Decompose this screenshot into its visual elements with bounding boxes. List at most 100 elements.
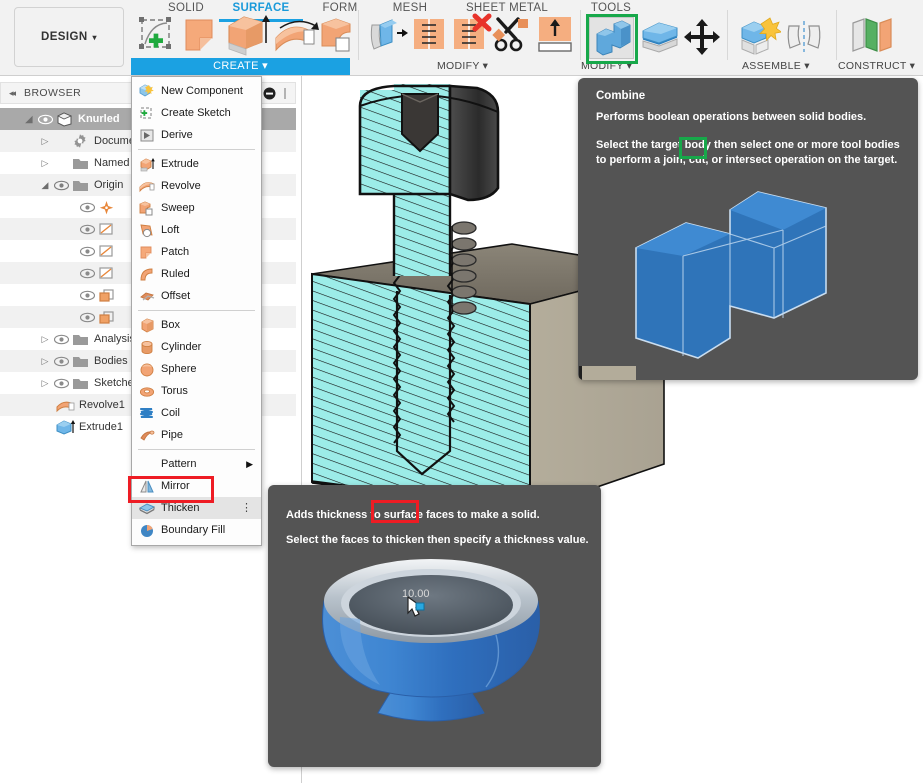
ribbon-divider-1 [358,10,359,60]
menu-item-create-sketch[interactable]: Create Sketch [132,102,261,124]
split-face-icon[interactable] [492,15,534,57]
visibility-eye-icon[interactable] [78,202,96,213]
plane-icon [96,244,116,258]
menu-item-new-component[interactable]: New Component [132,80,261,102]
overflow-menu-icon[interactable]: ⋮ [241,503,252,514]
menu-item-cylinder[interactable]: Cylinder [132,336,261,358]
unstitch-icon[interactable] [449,12,493,56]
create-dropdown-menu[interactable]: New Component Create Sketch Derive Extru… [131,76,262,546]
thicken-dimension-label: 10.00 [402,588,430,600]
fusion360-window: DESIGN ▾ SOLID SURFACE FORM MESH SHEET M… [0,0,923,783]
visibility-eye-icon[interactable] [78,246,96,257]
extend-icon[interactable] [409,15,449,55]
patch-icon[interactable] [182,16,224,58]
thicken-tooltip-line1: Adds thickness to surface faces to make … [286,509,540,521]
menu-item-coil[interactable]: Coil [132,402,261,424]
combine-preview-footer-swatch [582,366,636,380]
menu-item-boundary-fill[interactable]: Boundary Fill [132,519,261,541]
tree-item-label: Origin [94,179,124,191]
offset-plane-icon[interactable] [848,16,894,58]
folder-icon [70,377,90,390]
combine-tooltip-line3: to perform a join, cut, or intersect ope… [596,154,898,166]
combine-button[interactable] [589,17,634,59]
expand-arrow-icon[interactable]: ▷ [38,378,52,389]
visibility-eye-icon[interactable] [78,224,96,235]
modify-panel-label-2[interactable]: MODIFY ▾ [581,60,632,72]
ribbon-divider-3 [727,10,728,60]
tree-item-label: Analysis [94,333,135,345]
origin-point-icon [96,200,116,215]
combine-tooltip-line1: Performs boolean operations between soli… [596,111,867,123]
thicken-icon [137,501,157,516]
sweep-icon[interactable] [318,16,362,58]
construct-panel-label[interactable]: CONSTRUCT ▾ [838,60,915,72]
move-copy-icon[interactable] [682,17,724,59]
folder-icon [70,355,90,368]
menu-item-mirror[interactable]: Mirror [132,475,261,497]
expand-arrow-icon[interactable]: ◢ [38,180,52,191]
collapse-icon[interactable]: ◂◂ [9,88,16,99]
derive-icon [137,128,157,143]
offset-face-icon[interactable] [637,17,681,59]
new-component-icon[interactable] [737,16,781,58]
expand-arrow-icon[interactable]: ▷ [38,136,52,147]
mirror-icon[interactable] [784,16,826,58]
menu-item-pattern[interactable]: Pattern ▶ [132,453,261,475]
expand-arrow-icon[interactable]: ▷ [38,158,52,169]
component-icon [54,111,74,127]
menu-item-thicken[interactable]: Thicken ⋮ [132,497,261,519]
visibility-eye-icon[interactable] [78,312,96,323]
create-sketch-icon [137,106,157,121]
tree-item-label: Knurled [78,113,120,125]
menu-item-derive[interactable]: Derive [132,124,261,146]
create-panel-label[interactable]: CREATE ▾ [131,58,350,75]
visibility-eye-icon[interactable] [52,378,70,389]
tree-item-label: Bodies [94,355,128,367]
box-icon [137,318,157,333]
minimize-icon[interactable] [263,87,276,100]
menu-item-pipe[interactable]: Pipe [132,424,261,446]
extrude-icon [137,157,157,172]
ribbon-divider-4 [836,10,837,60]
gear-icon [70,133,90,149]
expand-arrow-icon[interactable]: ◢ [22,114,36,125]
plane-icon [96,222,116,236]
extrude-icon[interactable] [224,13,272,59]
revolve-icon[interactable] [272,16,320,58]
menu-item-revolve[interactable]: Revolve [132,175,261,197]
combine-tooltip: Combine Performs boolean operations betw… [578,78,918,380]
workspace-switcher-button[interactable]: DESIGN ▾ [14,7,124,67]
menu-item-loft[interactable]: Loft [132,219,261,241]
visibility-eye-icon[interactable] [52,356,70,367]
expand-arrow-icon[interactable]: ▷ [38,334,52,345]
menu-item-patch[interactable]: Patch [132,241,261,263]
torus-icon [137,384,157,399]
plane-icon [96,266,116,280]
assemble-panel-label[interactable]: ASSEMBLE ▾ [742,60,810,72]
modify-panel-label-1[interactable]: MODIFY ▾ [437,60,488,72]
sketch-icon [96,310,116,325]
new-component-icon [137,83,157,99]
visibility-eye-icon[interactable] [78,268,96,279]
stitch-icon[interactable] [534,13,576,57]
visibility-eye-icon[interactable] [52,180,70,191]
menu-item-ruled[interactable]: Ruled [132,263,261,285]
menu-item-offset[interactable]: Offset [132,285,261,307]
offset-icon [137,289,157,304]
visibility-eye-icon[interactable] [78,290,96,301]
expand-arrow-icon[interactable]: ▷ [38,356,52,367]
thicken-preview-image: 10.00 [322,559,540,722]
visibility-eye-icon[interactable] [36,114,54,125]
menu-item-box[interactable]: Box [132,314,261,336]
menu-item-torus[interactable]: Torus [132,380,261,402]
chevron-down-icon: ▾ [92,32,97,42]
menu-item-sweep[interactable]: Sweep [132,197,261,219]
menu-item-sphere[interactable]: Sphere [132,358,261,380]
visibility-eye-icon[interactable] [52,334,70,345]
combine-preview-image [635,191,827,359]
folder-icon [70,333,90,346]
create-sketch-icon[interactable] [137,16,181,58]
tree-item-label: Revolve1 [79,399,125,411]
menu-item-extrude[interactable]: Extrude [132,153,261,175]
trim-icon[interactable] [367,15,411,55]
